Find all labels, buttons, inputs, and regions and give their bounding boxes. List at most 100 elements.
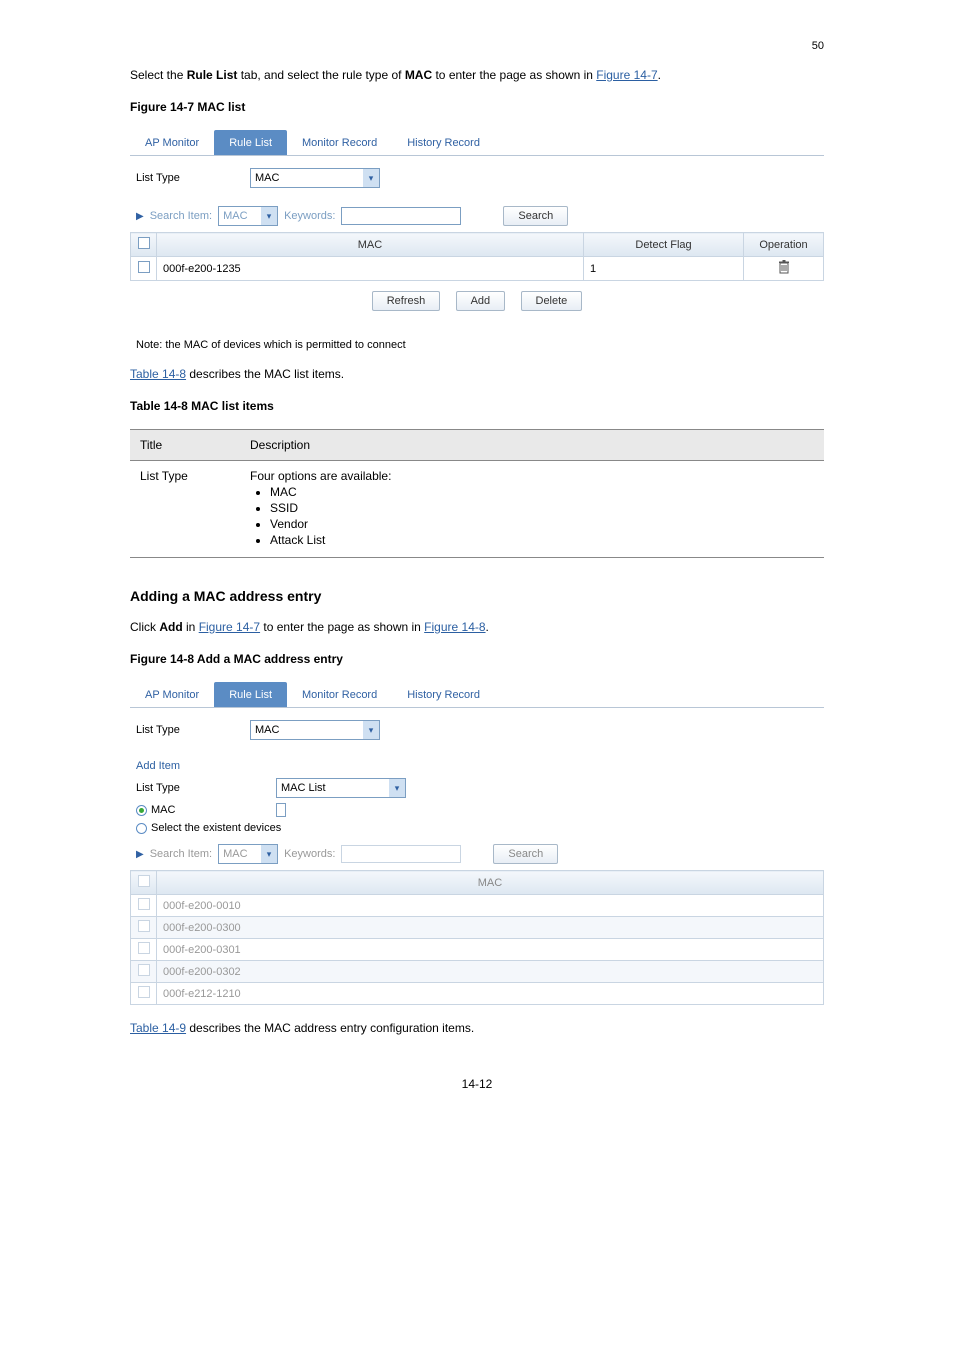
- list-item: MAC: [270, 485, 814, 499]
- cell-mac: 000f-e200-1235: [157, 257, 584, 281]
- tab-history-record[interactable]: History Record: [392, 682, 495, 707]
- txt: .: [658, 68, 661, 82]
- add-item-heading: Add Item: [130, 752, 824, 774]
- select-value: MAC: [223, 848, 247, 860]
- expand-icon[interactable]: ▶: [136, 211, 144, 222]
- checkbox-all[interactable]: [138, 237, 150, 249]
- keywords-input: [341, 845, 461, 863]
- list-item: Vendor: [270, 517, 814, 531]
- refresh-button[interactable]: Refresh: [372, 291, 441, 311]
- txt-bold: MAC: [405, 68, 432, 82]
- screenshot-mac-list: AP Monitor Rule List Monitor Record Hist…: [130, 130, 824, 351]
- select-value: MAC: [223, 210, 247, 222]
- desc-table: Title Description List Type Four options…: [130, 429, 824, 558]
- tab-monitor-record[interactable]: Monitor Record: [287, 682, 392, 707]
- caption-text: Figure 14-7 MAC list: [130, 100, 245, 114]
- row-checkbox: [138, 986, 150, 998]
- txt: Click: [130, 620, 159, 634]
- page-header-right: 50: [130, 40, 824, 52]
- table-link[interactable]: Table 14-9: [130, 1021, 186, 1035]
- search-item-select: MAC ▾: [218, 844, 278, 864]
- action-row: Refresh Add Delete: [130, 281, 824, 321]
- desc-intro: Four options are available:: [250, 469, 391, 483]
- search-button[interactable]: Search: [503, 206, 568, 226]
- txt: describes the MAC list items.: [186, 367, 344, 381]
- th-checkbox: [131, 233, 157, 257]
- th-operation: Operation: [744, 233, 824, 257]
- table-row: 000f-e200-0300: [131, 917, 824, 939]
- th-title: Title: [130, 430, 240, 461]
- tab-bar: AP Monitor Rule List Monitor Record Hist…: [130, 682, 824, 708]
- mac-table: MAC Detect Flag Operation 000f-e200-1235…: [130, 232, 824, 281]
- cell-mac: 000f-e200-0010: [157, 895, 824, 917]
- list-type-select[interactable]: MAC ▾: [250, 168, 380, 188]
- row-checkbox[interactable]: [138, 261, 150, 273]
- search-item-select[interactable]: MAC ▾: [218, 206, 278, 226]
- search-button: Search: [493, 844, 558, 864]
- figure-link[interactable]: Figure 14-7: [199, 620, 260, 634]
- tab-history-record[interactable]: History Record: [392, 130, 495, 155]
- tab-ap-monitor[interactable]: AP Monitor: [130, 130, 214, 155]
- tab-monitor-record[interactable]: Monitor Record: [287, 130, 392, 155]
- figure-caption: Figure 14-7 MAC list: [130, 98, 824, 116]
- mac-input[interactable]: [276, 803, 286, 817]
- table-row: 000f-e212-1210: [131, 983, 824, 1005]
- select-existent-radio[interactable]: [136, 823, 147, 834]
- select-value: MAC: [255, 172, 279, 184]
- list-type-label: List Type: [136, 724, 240, 736]
- trash-icon[interactable]: [778, 260, 790, 274]
- th-mac: MAC: [157, 871, 824, 895]
- checkbox-all: [138, 875, 150, 887]
- row-checkbox: [138, 942, 150, 954]
- tab-ap-monitor[interactable]: AP Monitor: [130, 682, 214, 707]
- txt: to enter the page as shown in: [260, 620, 424, 634]
- list-type-label: List Type: [136, 172, 240, 184]
- th-mac: MAC: [157, 233, 584, 257]
- list-type-select[interactable]: MAC ▾: [250, 720, 380, 740]
- add-list-type-select[interactable]: MAC List ▾: [276, 778, 406, 798]
- tab-rule-list[interactable]: Rule List: [214, 130, 287, 155]
- cell-title: List Type: [130, 461, 240, 558]
- keywords-label: Keywords:: [284, 848, 335, 860]
- figure-link[interactable]: Figure 14-7: [596, 68, 657, 82]
- mac-radio[interactable]: [136, 805, 147, 816]
- table-row: 000f-e200-1235 1: [131, 257, 824, 281]
- add-button[interactable]: Add: [456, 291, 506, 311]
- txt-bold: Rule List: [187, 68, 238, 82]
- list-item: Attack List: [270, 533, 814, 547]
- txt: in: [183, 620, 199, 634]
- select-existent-label: Select the existent devices: [151, 822, 281, 834]
- chevron-down-icon: ▾: [363, 721, 379, 739]
- figure-link[interactable]: Figure 14-8: [424, 620, 485, 634]
- keywords-label: Keywords:: [284, 210, 335, 222]
- delete-button[interactable]: Delete: [521, 291, 583, 311]
- table-row: 000f-e200-0302: [131, 961, 824, 983]
- table-caption: Table 14-8 MAC list items: [130, 397, 824, 415]
- add-list-type-label: List Type: [136, 782, 276, 794]
- cell-desc: Four options are available: MAC SSID Ven…: [240, 461, 824, 558]
- figure-caption-2: Figure 14-8 Add a MAC address entry: [130, 650, 824, 668]
- txt: to enter the page as shown in: [432, 68, 596, 82]
- tab-rule-list[interactable]: Rule List: [214, 682, 287, 707]
- select-value: MAC List: [281, 782, 326, 794]
- search-item-label: Search Item:: [150, 210, 212, 222]
- existent-table: MAC 000f-e200-0010 000f-e200-0300 000f-e…: [130, 870, 824, 1005]
- table-ref-para: Table 14-8 describes the MAC list items.: [130, 365, 824, 383]
- chevron-down-icon: ▾: [389, 779, 405, 797]
- keywords-input[interactable]: [341, 207, 461, 225]
- screenshot-add-mac: AP Monitor Rule List Monitor Record Hist…: [130, 682, 824, 1005]
- caption-text: Figure 14-8 Add a MAC address entry: [130, 652, 343, 666]
- txt: describes the MAC address entry configur…: [186, 1021, 474, 1035]
- select-existent-row: Select the existent devices: [136, 822, 818, 834]
- row-checkbox: [138, 920, 150, 932]
- desc-list: MAC SSID Vendor Attack List: [250, 485, 814, 547]
- txt: Select the: [130, 68, 187, 82]
- th-detect-flag: Detect Flag: [584, 233, 744, 257]
- adding-para: Click Add in Figure 14-7 to enter the pa…: [130, 618, 824, 636]
- txt: .: [486, 620, 489, 634]
- row-checkbox: [138, 964, 150, 976]
- table-link[interactable]: Table 14-8: [130, 367, 186, 381]
- section-heading: Adding a MAC address entry: [130, 588, 824, 604]
- table-ref-para-2: Table 14-9 describes the MAC address ent…: [130, 1019, 824, 1037]
- list-item: SSID: [270, 501, 814, 515]
